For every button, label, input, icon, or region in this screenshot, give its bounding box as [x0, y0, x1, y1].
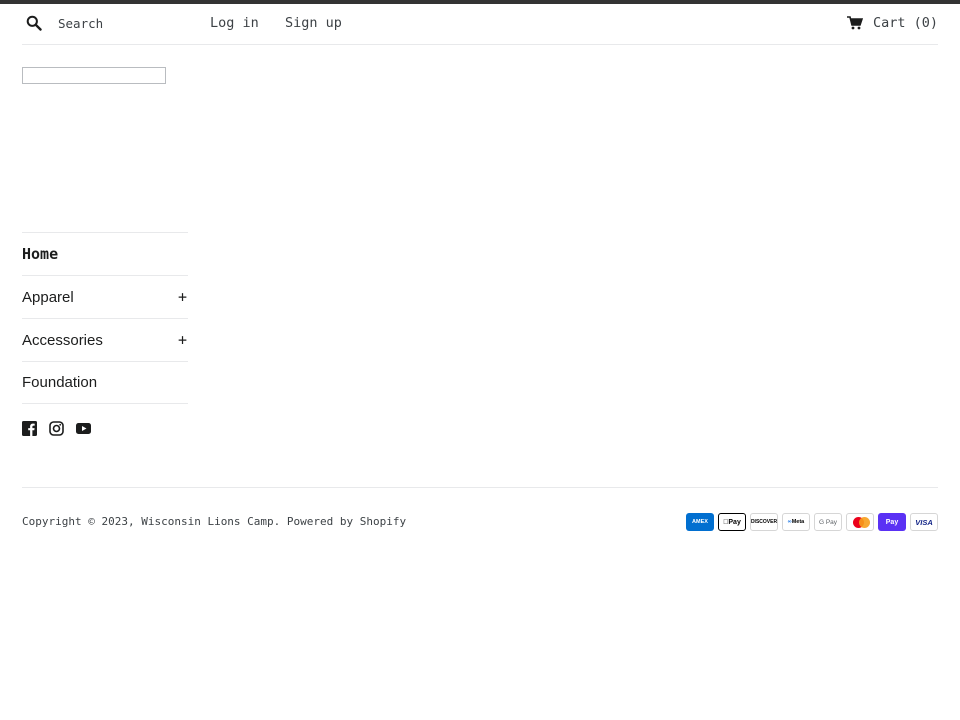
payment-icons: AMEX Pay DISCOVER ∞Meta G Pay Pay VISA — [686, 513, 938, 531]
store-logo-placeholder[interactable] — [22, 67, 166, 84]
shop-pay-label: Pay — [885, 518, 899, 526]
social-links — [22, 421, 91, 436]
store-name-link[interactable]: Wisconsin Lions Camp — [141, 515, 273, 528]
visa-icon: VISA — [910, 513, 938, 531]
sidebar-item-accessories[interactable]: Accessories + — [22, 318, 188, 361]
copyright-text: Copyright © 2023, Wisconsin Lions Camp. … — [22, 515, 406, 528]
cart-link[interactable]: Cart (0) — [846, 15, 938, 31]
sidebar-navigation: Home Apparel + Accessories + Foundation — [22, 232, 188, 404]
amex-icon: AMEX — [686, 513, 714, 531]
meta-pay-icon: ∞ Meta — [782, 513, 810, 531]
search-icon[interactable] — [26, 15, 42, 31]
copyright-separator: . — [273, 515, 287, 528]
apple-pay-icon: Pay — [718, 513, 746, 531]
shop-pay-icon: Pay — [878, 513, 906, 531]
footer-divider — [22, 487, 938, 488]
cart-icon — [846, 16, 863, 30]
sidebar-item-foundation[interactable]: Foundation — [22, 361, 188, 404]
search-input[interactable] — [58, 12, 198, 34]
login-link[interactable]: Log in — [210, 15, 259, 31]
youtube-icon[interactable] — [76, 421, 91, 436]
instagram-icon[interactable] — [49, 421, 64, 436]
discover-icon: DISCOVER — [750, 513, 778, 531]
mastercard-icon — [846, 513, 874, 531]
apple-pay-label: Pay — [725, 518, 740, 526]
google-pay-icon: G Pay — [814, 513, 842, 531]
sidebar-item-label: Apparel — [22, 288, 74, 306]
copyright-prefix: Copyright © 2023, — [22, 515, 142, 528]
expand-plus-icon[interactable]: + — [178, 288, 187, 306]
powered-by-shopify-link[interactable]: Powered by Shopify — [287, 515, 406, 528]
facebook-icon[interactable] — [22, 421, 37, 436]
signup-link[interactable]: Sign up — [285, 15, 342, 31]
site-header: Log in Sign up Cart (0) — [22, 4, 938, 45]
sidebar-item-label: Accessories — [22, 331, 103, 349]
sidebar-item-label: Home — [22, 245, 59, 263]
sidebar-item-label: Foundation — [22, 374, 98, 391]
mastercard-yellow-circle — [859, 517, 870, 528]
expand-plus-icon[interactable]: + — [178, 331, 187, 349]
sidebar-item-apparel[interactable]: Apparel + — [22, 275, 188, 318]
cart-label: Cart (0) — [872, 15, 938, 31]
sidebar-item-home[interactable]: Home — [22, 232, 188, 275]
meta-pay-label: Meta — [791, 519, 805, 525]
